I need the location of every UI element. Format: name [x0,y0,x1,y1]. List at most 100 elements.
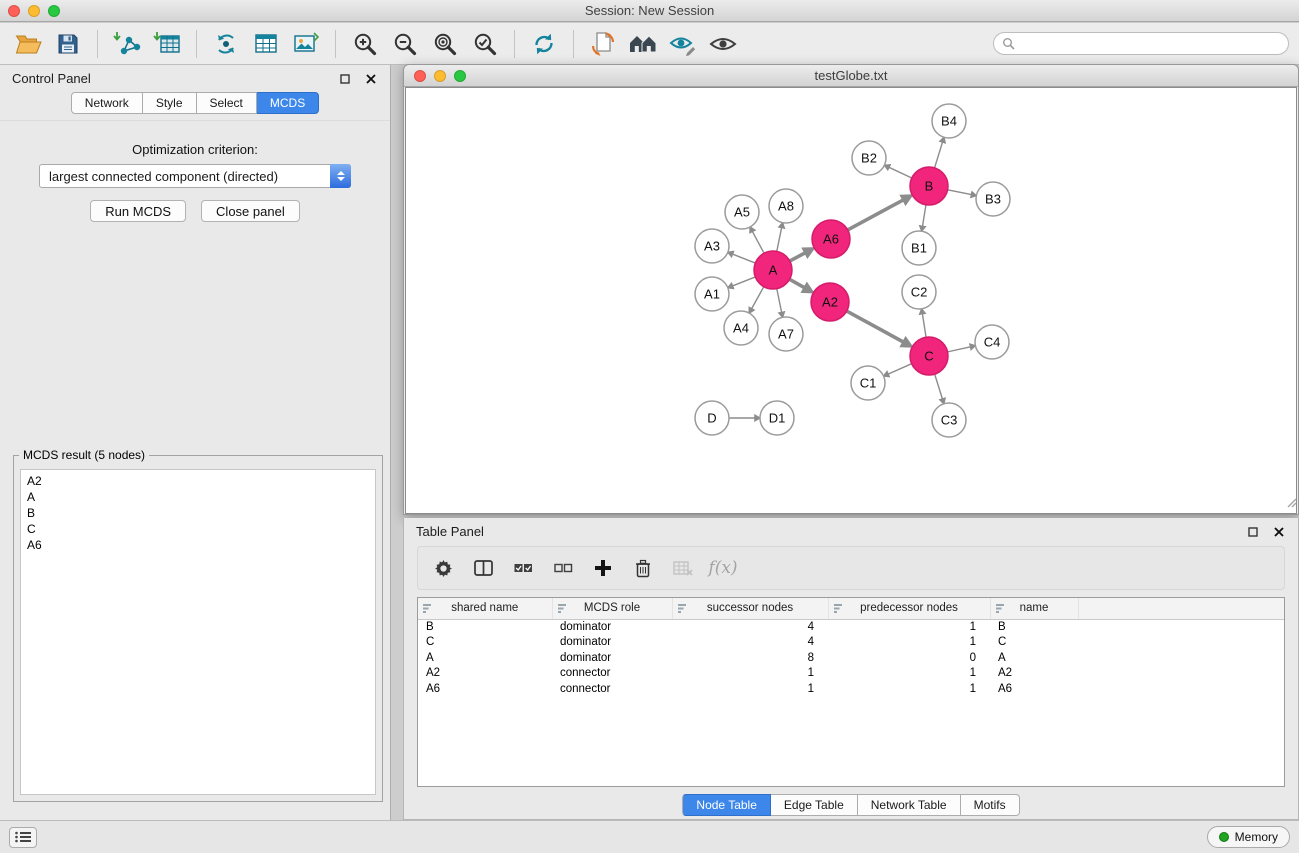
save-session-button[interactable] [49,26,87,62]
new-table-button[interactable] [247,26,285,62]
table-cell[interactable]: 0 [828,651,990,667]
style-preview-button[interactable] [664,26,702,62]
table-cell[interactable]: connector [552,682,672,698]
table-row[interactable]: Adominator80A [418,651,1284,667]
zoom-selected-button[interactable] [466,26,504,62]
app-titlebar[interactable]: Session: New Session [0,0,1299,22]
network-edge-A-A1[interactable] [732,277,755,286]
table-row[interactable]: A6connector11A6 [418,682,1284,698]
zoom-out-button[interactable] [386,26,424,62]
table-cell[interactable]: 1 [828,682,990,698]
network-edge-A-A6[interactable] [790,253,806,261]
table-cell[interactable]: A [990,651,1078,667]
network-node-A8[interactable]: A8 [769,189,803,223]
table-cell[interactable]: A [418,651,552,667]
network-node-B3[interactable]: B3 [976,182,1010,216]
table-cell[interactable]: dominator [552,651,672,667]
table-cell[interactable]: 8 [672,651,828,667]
network-close-icon[interactable] [414,70,426,82]
table-cell[interactable]: 4 [672,619,828,635]
resize-handle-icon[interactable] [1285,495,1297,513]
tab-select[interactable]: Select [197,92,257,114]
network-node-C4[interactable]: C4 [975,325,1009,359]
tab-network-table[interactable]: Network Table [858,794,961,816]
mcds-result-item[interactable]: A6 [23,537,373,553]
table-cell[interactable]: 1 [828,666,990,682]
network-edge-C-C1[interactable] [888,364,912,374]
network-node-A5[interactable]: A5 [725,195,759,229]
minimize-window-icon[interactable] [28,5,40,17]
network-node-A2[interactable]: A2 [811,283,849,321]
delete-column-button[interactable] [628,553,658,583]
network-edge-B-B2[interactable] [889,167,912,178]
deselect-all-button[interactable] [548,553,578,583]
criterion-dropdown[interactable]: largest connected component (directed) [39,164,351,188]
network-node-B[interactable]: B [910,167,948,205]
network-node-B4[interactable]: B4 [932,104,966,138]
network-node-A3[interactable]: A3 [695,229,729,263]
table-cell[interactable]: 1 [828,619,990,635]
table-cell[interactable]: C [990,635,1078,651]
table-cell[interactable]: A2 [418,666,552,682]
network-edge-A-A7[interactable] [777,289,782,313]
table-cell[interactable]: A6 [418,682,552,698]
network-canvas-svg[interactable]: B4B2BB3A5A8A6B1A3AC2A1A2A4A7C4CC1C3DD1 [406,88,1296,513]
home-button[interactable] [624,26,662,62]
close-panel-button[interactable]: Close panel [201,200,300,222]
maximize-window-icon[interactable] [48,5,60,17]
network-node-A1[interactable]: A1 [695,277,729,311]
float-table-panel-icon[interactable] [1246,525,1260,539]
network-edge-A-A3[interactable] [732,254,755,263]
task-history-button[interactable] [9,827,37,848]
show-graphics-button[interactable] [704,26,742,62]
run-mcds-button[interactable]: Run MCDS [90,200,186,222]
network-edge-C-C2[interactable] [922,314,926,337]
table-cell[interactable]: connector [552,666,672,682]
table-row[interactable]: Bdominator41B [418,619,1284,635]
show-column-button[interactable] [468,553,498,583]
network-node-A6[interactable]: A6 [812,220,850,258]
close-window-icon[interactable] [8,5,20,17]
column-header-predecessor-nodes[interactable]: predecessor nodes [828,598,990,619]
tab-motifs[interactable]: Motifs [961,794,1020,816]
float-panel-icon[interactable] [338,72,352,86]
column-header-name[interactable]: name [990,598,1078,619]
network-node-B2[interactable]: B2 [852,141,886,175]
session-sync-button[interactable] [584,26,622,62]
tab-network[interactable]: Network [71,92,143,114]
network-edge-B-B1[interactable] [923,205,926,227]
close-table-panel-icon[interactable] [1272,525,1286,539]
network-node-C2[interactable]: C2 [902,275,936,309]
export-image-button[interactable] [287,26,325,62]
network-canvas[interactable]: B4B2BB3A5A8A6B1A3AC2A1A2A4A7C4CC1C3DD1 [405,87,1297,514]
close-panel-icon[interactable] [364,72,378,86]
table-cell[interactable]: 1 [672,682,828,698]
network-node-A4[interactable]: A4 [724,311,758,345]
table-cell[interactable]: 1 [672,666,828,682]
network-edge-A2-C[interactable] [847,311,904,342]
select-all-button[interactable] [508,553,538,583]
table-cell[interactable]: B [418,619,552,635]
open-session-button[interactable] [9,26,47,62]
table-cell[interactable]: 1 [828,635,990,651]
network-edge-A-A4[interactable] [752,287,764,309]
delete-table-button[interactable] [668,553,698,583]
network-edge-B-B4[interactable] [935,142,943,168]
network-node-C1[interactable]: C1 [851,366,885,400]
refresh-view-button[interactable] [525,26,563,62]
table-settings-button[interactable] [428,553,458,583]
network-node-D[interactable]: D [695,401,729,435]
import-network-button[interactable] [108,26,146,62]
dropdown-stepper-icon[interactable] [330,164,351,188]
mcds-result-item[interactable]: B [23,505,373,521]
mcds-result-list[interactable]: A2ABCA6 [20,469,376,795]
zoom-fit-button[interactable] [426,26,464,62]
import-table-button[interactable] [148,26,186,62]
control-panel-header[interactable]: Control Panel [0,65,390,92]
network-node-A7[interactable]: A7 [769,317,803,351]
network-edge-C-C4[interactable] [948,347,971,352]
network-edge-A-A8[interactable] [777,228,782,252]
column-header-shared-name[interactable]: shared name [418,598,552,619]
table-panel-header[interactable]: Table Panel [404,518,1298,545]
mcds-result-item[interactable]: A2 [23,473,373,489]
